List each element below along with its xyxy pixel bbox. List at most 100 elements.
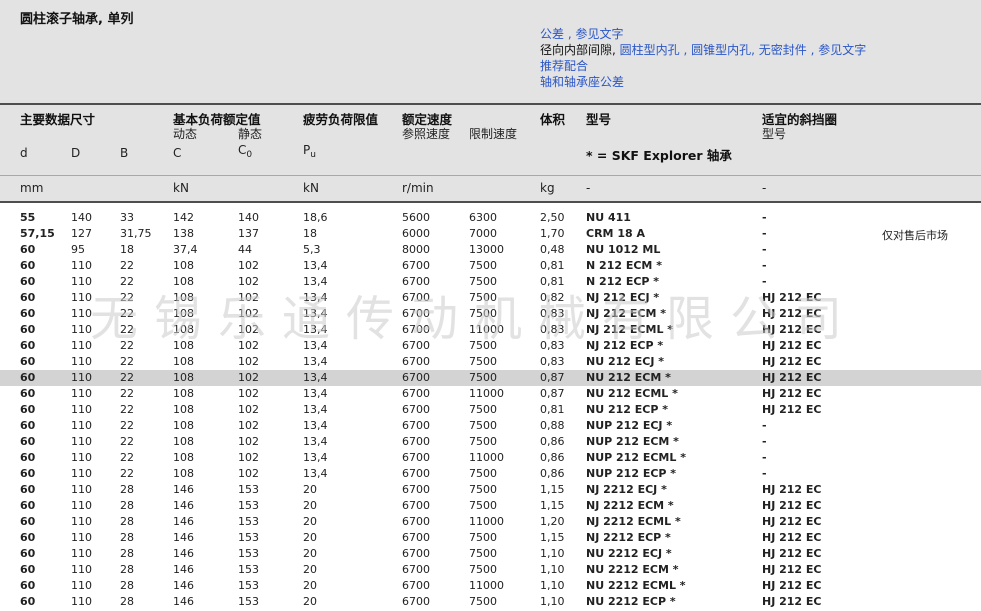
table-row[interactable]: 60 110 22 108 102 13,4 6700 7500 0,88 NUP 212 ECJ…	[0, 418, 981, 434]
table-row[interactable]: 60 110 28 146 153 20 6700 7500 1,15 NJ 2212 ECM *…	[0, 498, 981, 514]
cell-designation[interactable]: N 212 ECM *	[586, 259, 662, 272]
cell-mass: 0,48	[540, 243, 565, 256]
cell-designation[interactable]: NJ 2212 ECP *	[586, 531, 671, 544]
cell-designation[interactable]: NU 2212 ECP *	[586, 595, 676, 608]
unit-kn-fatigue: kN	[303, 181, 319, 195]
cell-limiting-speed: 7500	[469, 595, 497, 608]
cell-limiting-speed: 13000	[469, 243, 504, 256]
cell-designation[interactable]: NU 2212 ECM *	[586, 563, 679, 576]
cell-width: 22	[120, 467, 134, 480]
cell-designation[interactable]: N 212 ECP *	[586, 275, 659, 288]
cell-limiting-speed: 7000	[469, 227, 497, 240]
cell-static-load: 102	[238, 339, 259, 352]
cell-limiting-speed: 11000	[469, 387, 504, 400]
table-row[interactable]: 60 110 28 146 153 20 6700 7500 1,10 NU 2212 ECJ *…	[0, 546, 981, 562]
cell-designation[interactable]: NU 212 ECM *	[586, 371, 671, 384]
cell-static-load: 102	[238, 419, 259, 432]
cell-outer-diameter: 110	[71, 515, 92, 528]
table-row[interactable]: 60 110 22 108 102 13,4 6700 7500 0,86 NUP 212 ECP…	[0, 466, 981, 482]
table-row[interactable]: 60 110 22 108 102 13,4 6700 7500 0,82 NJ 212 ECJ …	[0, 290, 981, 306]
col-D: D	[71, 146, 81, 160]
explorer-note: * = SKF Explorer 轴承	[586, 148, 732, 163]
cell-d: 60	[20, 403, 36, 416]
cell-designation[interactable]: NUP 212 ECJ *	[586, 419, 672, 432]
cell-designation[interactable]: NJ 212 ECML *	[586, 323, 673, 336]
cell-angle-ring: HJ 212 EC	[762, 387, 822, 400]
table-row[interactable]: 60 110 22 108 102 13,4 6700 11000 0,87 NU 212 ECM…	[0, 386, 981, 402]
table-row[interactable]: 60 110 28 146 153 20 6700 7500 1,15 NJ 2212 ECP *…	[0, 530, 981, 546]
cell-designation[interactable]: NU 212 ECML *	[586, 387, 678, 400]
table-row[interactable]: 60 110 22 108 102 13,4 6700 7500 0,83 NU 212 ECJ …	[0, 354, 981, 370]
cell-designation[interactable]: NJ 212 ECJ *	[586, 291, 659, 304]
table-row[interactable]: 60 110 22 108 102 13,4 6700 7500 0,83 NJ 212 ECM …	[0, 306, 981, 322]
table-row[interactable]: 60 110 22 108 102 13,4 6700 7500 0,81 N 212 ECP *…	[0, 274, 981, 290]
cell-angle-ring: -	[762, 467, 767, 480]
cell-d: 60	[20, 451, 36, 464]
table-row[interactable]: 60 110 28 146 153 20 6700 11000 1,10 NU 2212 ECML…	[0, 578, 981, 594]
cell-limiting-speed: 7500	[469, 419, 497, 432]
cell-dynamic-load: 108	[173, 355, 194, 368]
cell-designation[interactable]: NU 411	[586, 211, 631, 224]
table-row[interactable]: 60 110 22 108 102 13,4 6700 7500 0,83 NJ 212 ECP …	[0, 338, 981, 354]
cell-width: 22	[120, 355, 134, 368]
cell-designation[interactable]: NJ 212 ECP *	[586, 339, 663, 352]
cell-reference-speed: 6700	[402, 291, 430, 304]
table-row[interactable]: 60 110 22 108 102 13,4 6700 7500 0,87 NU 212 ECM …	[0, 370, 981, 386]
cell-fatigue-limit: 13,4	[303, 323, 328, 336]
cell-outer-diameter: 110	[71, 579, 92, 592]
unsealed-link[interactable]: 无密封件	[759, 43, 807, 57]
shaft-housing-tolerance-link[interactable]: 轴和轴承座公差	[540, 75, 624, 89]
see-text-link[interactable]: 参见文字	[818, 43, 866, 57]
cell-mass: 0,83	[540, 355, 565, 368]
cell-angle-ring: HJ 212 EC	[762, 515, 822, 528]
cell-outer-diameter: 110	[71, 371, 92, 384]
unit-dash-ring: -	[762, 181, 767, 195]
shaft-housing-line: 轴和轴承座公差	[540, 74, 866, 90]
unit-mm: mm	[20, 181, 44, 195]
cell-width: 28	[120, 563, 134, 576]
cell-angle-ring: HJ 212 EC	[762, 547, 822, 560]
table-row[interactable]: 60 110 22 108 102 13,4 6700 7500 0,81 NU 212 ECP …	[0, 402, 981, 418]
table-row[interactable]: 60 95 18 37,4 44 5,3 8000 13000 0,48 NU 1012 ML -	[0, 242, 981, 258]
cell-reference-speed: 5600	[402, 211, 430, 224]
cell-dynamic-load: 146	[173, 547, 194, 560]
table-row[interactable]: 57,15 127 31,75 138 137 18 6000 7000 1,70 CRM 18 …	[0, 226, 981, 242]
tolerance-link[interactable]: 公差 , 参见文字	[540, 27, 623, 41]
cell-designation[interactable]: NU 212 ECJ *	[586, 355, 664, 368]
cell-limiting-speed: 7500	[469, 371, 497, 384]
cell-static-load: 153	[238, 579, 259, 592]
cell-designation[interactable]: NJ 2212 ECML *	[586, 515, 681, 528]
table-row[interactable]: 60 110 28 146 153 20 6700 7500 1,10 NU 2212 ECP *…	[0, 594, 981, 610]
table-row[interactable]: 60 110 22 108 102 13,4 6700 7500 0,86 NUP 212 ECM…	[0, 434, 981, 450]
cell-designation[interactable]: NJ 212 ECM *	[586, 307, 666, 320]
cell-designation[interactable]: NJ 2212 ECM *	[586, 499, 674, 512]
cell-designation[interactable]: NUP 212 ECP *	[586, 467, 676, 480]
cell-outer-diameter: 95	[71, 243, 85, 256]
cylindrical-bore-link[interactable]: 圆柱型内孔	[620, 43, 680, 57]
cell-designation[interactable]: NU 212 ECP *	[586, 403, 668, 416]
cell-reference-speed: 6700	[402, 355, 430, 368]
cell-mass: 0,81	[540, 403, 565, 416]
table-row[interactable]: 60 110 28 146 153 20 6700 7500 1,10 NU 2212 ECM *…	[0, 562, 981, 578]
table-row[interactable]: 60 110 28 146 153 20 6700 11000 1,20 NJ 2212 ECML…	[0, 514, 981, 530]
cell-designation[interactable]: NU 1012 ML	[586, 243, 660, 256]
table-row[interactable]: 60 110 22 108 102 13,4 6700 11000 0,86 NUP 212 EC…	[0, 450, 981, 466]
cell-designation[interactable]: NU 2212 ECJ *	[586, 547, 672, 560]
cell-fatigue-limit: 18,6	[303, 211, 328, 224]
cell-designation[interactable]: NUP 212 ECM *	[586, 435, 679, 448]
cell-outer-diameter: 110	[71, 323, 92, 336]
cell-designation[interactable]: NUP 212 ECML *	[586, 451, 686, 464]
table-row[interactable]: 60 110 22 108 102 13,4 6700 7500 0,81 N 212 ECM *…	[0, 258, 981, 274]
table-row[interactable]: 60 110 28 146 153 20 6700 7500 1,15 NJ 2212 ECJ *…	[0, 482, 981, 498]
cell-width: 28	[120, 499, 134, 512]
cell-designation[interactable]: NJ 2212 ECJ *	[586, 483, 667, 496]
table-row[interactable]: 55 140 33 142 140 18,6 5600 6300 2,50 NU 411 -	[0, 210, 981, 226]
tapered-bore-link[interactable]: 圆锥型内孔	[691, 43, 751, 57]
recommended-fits-link[interactable]: 推荐配合	[540, 59, 588, 73]
cell-fatigue-limit: 13,4	[303, 451, 328, 464]
cell-designation[interactable]: NU 2212 ECML *	[586, 579, 686, 592]
cell-d: 60	[20, 243, 36, 256]
table-row[interactable]: 60 110 22 108 102 13,4 6700 11000 0,83 NJ 212 ECM…	[0, 322, 981, 338]
cell-dynamic-load: 146	[173, 563, 194, 576]
cell-designation[interactable]: CRM 18 A	[586, 227, 645, 240]
